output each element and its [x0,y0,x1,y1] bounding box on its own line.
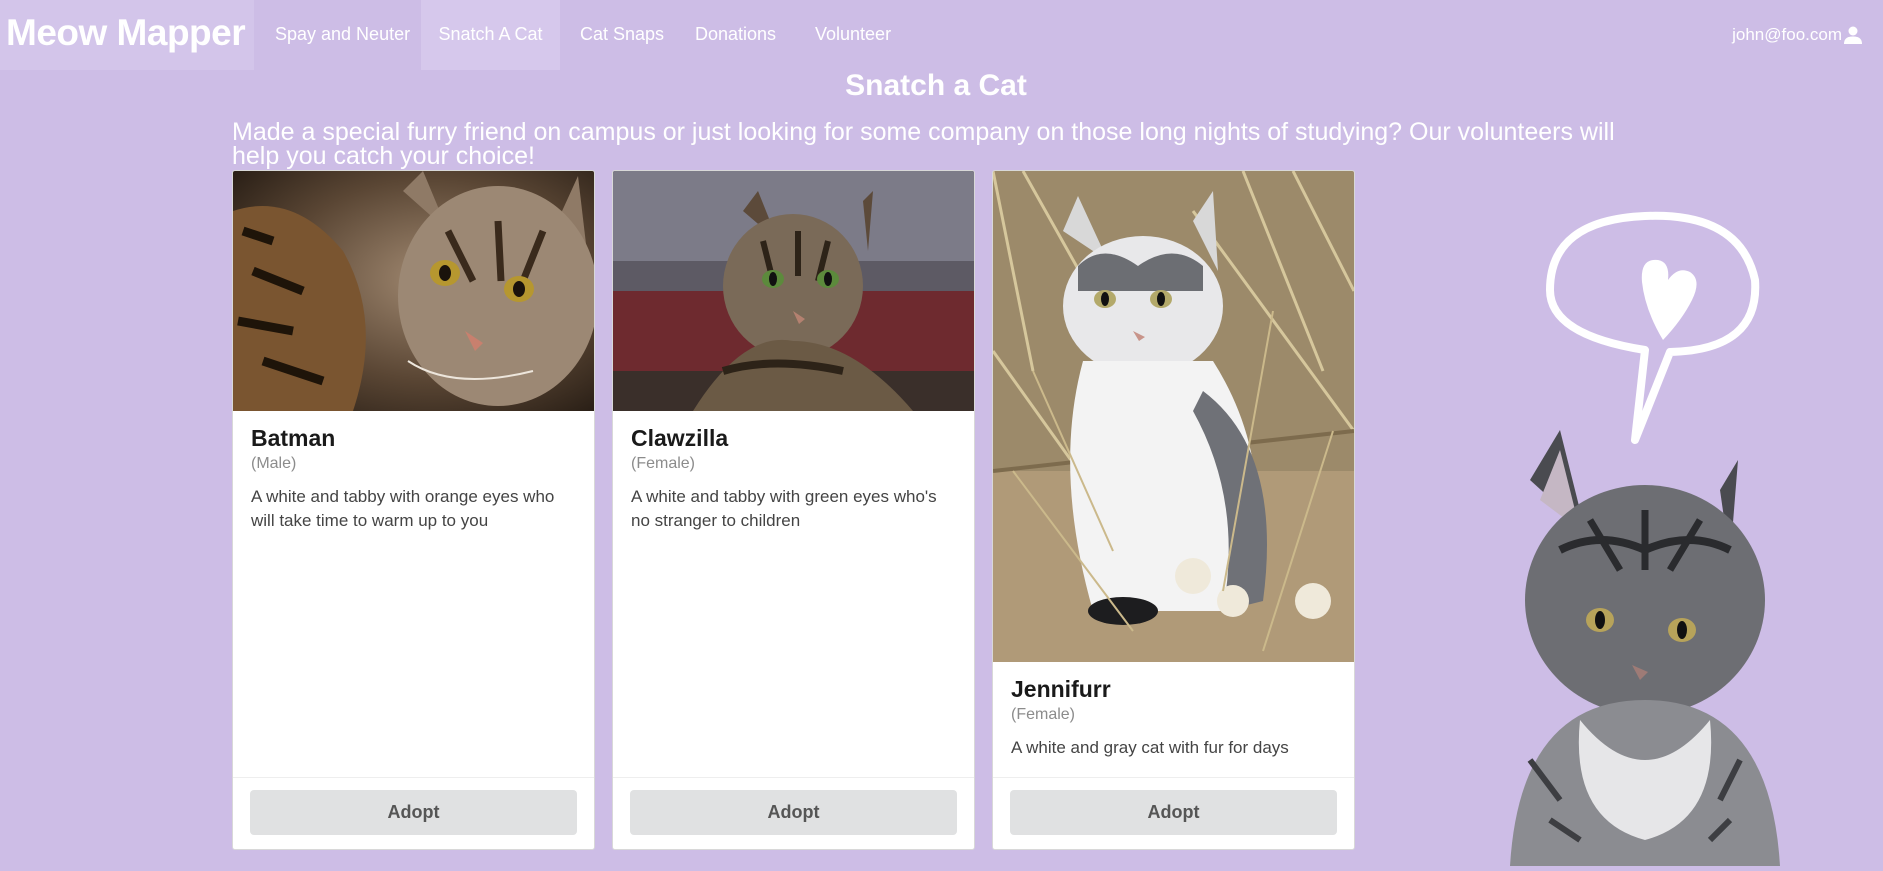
cat-photo-jennifurr [993,171,1354,662]
cat-description: A white and gray cat with fur for days [1011,738,1289,757]
top-navbar: Meow Mapper Spay and Neuter Snatch A Cat… [0,0,1883,70]
page-title: Snatch a Cat [845,69,1027,102]
cat-photo-clawzilla [613,171,974,411]
user-email: john@foo.com [1732,25,1842,44]
adopt-button[interactable]: Adopt [630,790,957,835]
cat-name: Clawzilla [631,425,729,451]
cat-sex: (Female) [631,455,696,472]
cat-sex: (Female) [1011,706,1076,723]
intro-text: Made a special furry friend on campus or… [232,120,1615,170]
adopt-button[interactable]: Adopt [1010,790,1337,835]
cat-description: A white and tabby with green eyes who's … [631,487,937,530]
cat-description: A white and tabby with orange eyes who w… [251,487,555,530]
user-account-link[interactable]: john@foo.com [1732,0,1863,70]
cat-name: Batman [251,425,336,451]
adopt-button[interactable]: Adopt [250,790,577,835]
cat-photo-batman [233,171,594,411]
decorative-kitten [1420,200,1880,866]
brand-logo[interactable]: Meow Mapper [0,0,254,70]
nav-spay-neuter[interactable]: Spay and Neuter [275,0,410,70]
nav-donations[interactable]: Donations [695,0,776,70]
card-footer: Adopt [993,777,1354,849]
user-icon [1844,26,1862,44]
nav-volunteer[interactable]: Volunteer [815,0,891,70]
card-footer: Adopt [233,777,594,849]
heart-icon [1641,259,1697,340]
nav-cat-snaps[interactable]: Cat Snaps [580,0,664,70]
cat-card-batman: Batman (Male) A white and tabby with ora… [232,170,595,850]
speech-bubble-icon [1510,211,1780,866]
nav-snatch-a-cat[interactable]: Snatch A Cat [421,0,560,70]
cat-sex: (Male) [251,455,297,472]
card-footer: Adopt [613,777,974,849]
cat-card-clawzilla: Clawzilla (Female) A white and tabby wit… [612,170,975,850]
cat-card-jennifurr: Jennifurr (Female) A white and gray cat … [992,170,1355,850]
cat-name: Jennifurr [1011,676,1111,702]
